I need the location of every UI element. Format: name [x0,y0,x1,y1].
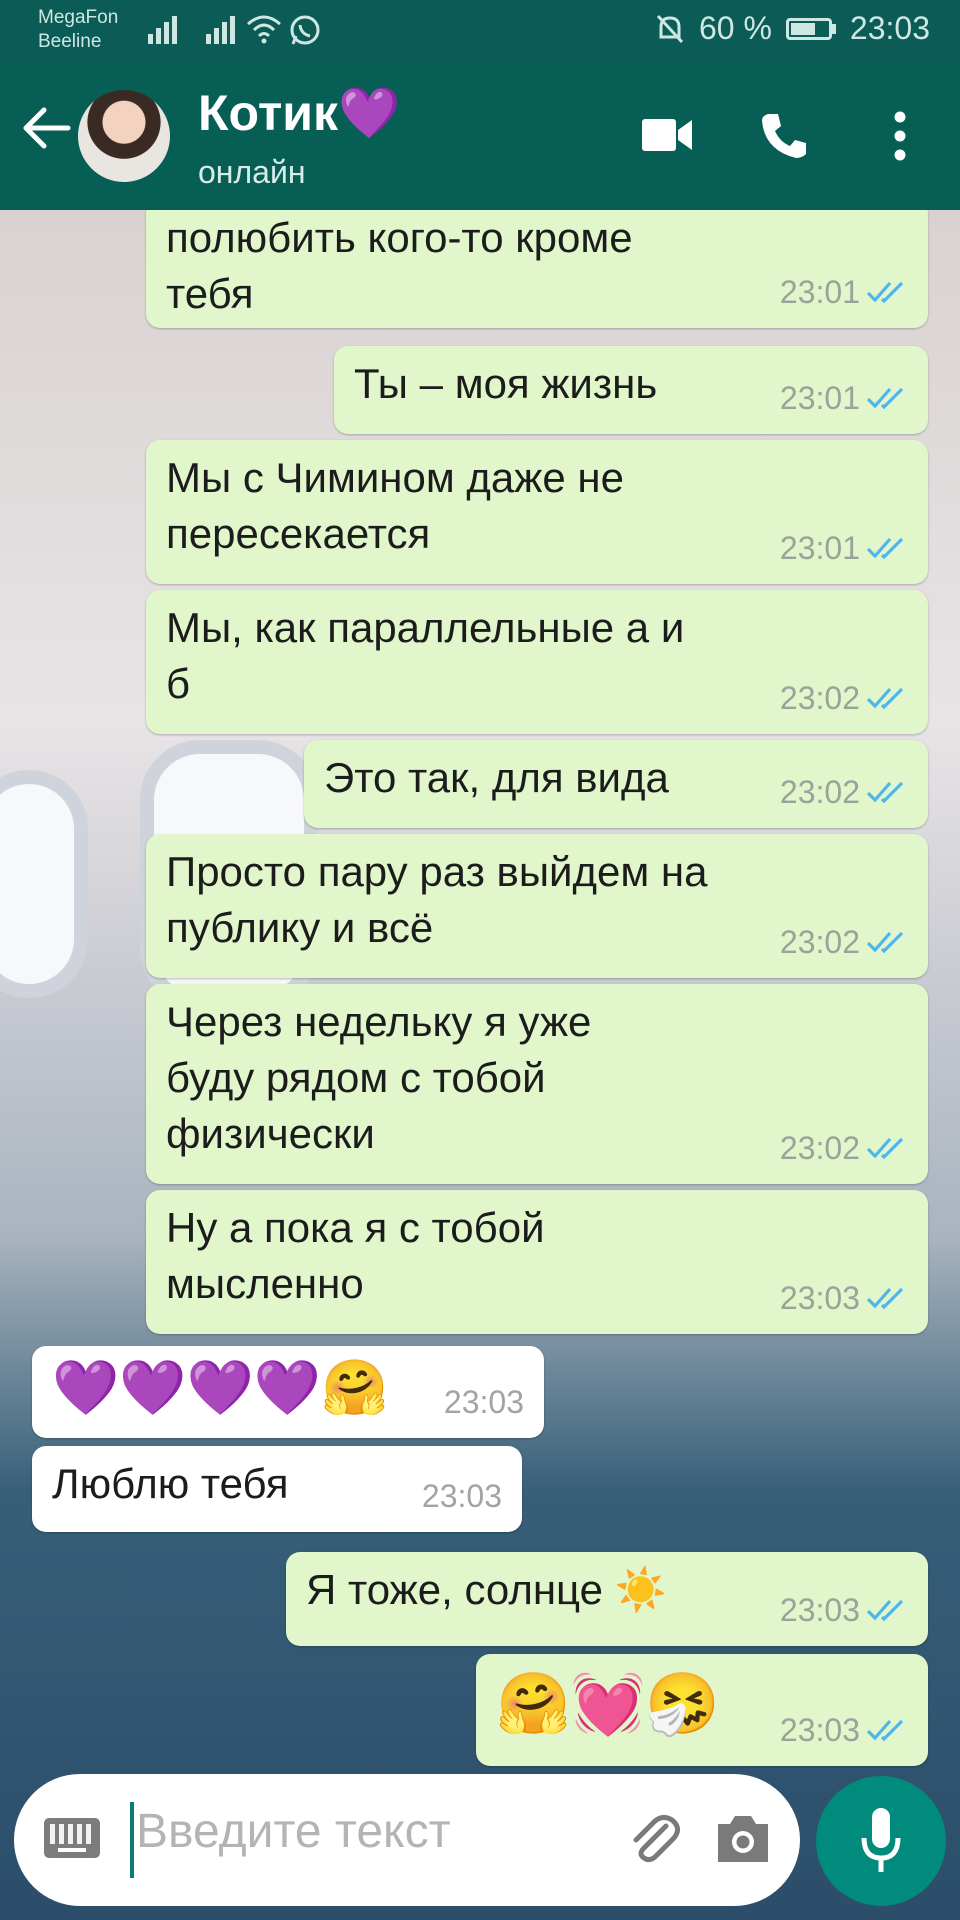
message-bubble[interactable]: полюбить кого-то кроме тебя 23:01 [146,210,928,328]
message-meta: 23:03 [780,1270,908,1326]
avatar[interactable] [78,90,170,182]
message-meta: 23:03 [780,1702,908,1758]
read-ticks-icon [866,687,904,710]
read-ticks-icon [866,1137,904,1160]
message-time: 23:02 [779,680,860,716]
status-right: 60 % 23:03 [655,10,930,47]
video-call-icon[interactable] [642,116,694,154]
more-vert-icon[interactable] [892,110,908,162]
message-input[interactable]: Введите текст [136,1804,451,1859]
message-meta: 23:01 [780,520,908,576]
mic-icon [861,1808,901,1872]
chat-header: Котик💜 онлайн [0,64,960,210]
read-ticks-icon [866,1287,904,1310]
keyboard-icon[interactable] [44,1818,100,1858]
message-meta: 23:01 [780,370,908,426]
wifi-icon [247,15,281,44]
read-ticks-icon [866,1719,904,1742]
message-bubble[interactable]: Ты – моя жизнь 23:01 [334,346,928,434]
message-meta: 23:03 [444,1374,524,1430]
message-time: 23:03 [779,1280,860,1316]
message-bubble-incoming[interactable]: Люблю тебя 23:03 [32,1446,522,1532]
message-bubble[interactable]: Это так, для вида 23:02 [304,740,928,828]
message-meta: 23:03 [780,1582,908,1638]
mic-button[interactable] [816,1776,946,1906]
battery-tip [831,23,836,34]
back-arrow-icon[interactable] [20,102,72,154]
message-time: 23:03 [421,1478,502,1514]
message-time: 23:01 [779,530,860,566]
message-meta: 23:01 [780,264,908,320]
message-bubble[interactable]: Я тоже, солнце ☀️ 23:03 [286,1552,928,1646]
whatsapp-icon [290,15,320,45]
message-time: 23:01 [779,274,860,310]
message-meta: 23:02 [780,670,908,726]
message-meta: 23:03 [422,1468,502,1524]
read-ticks-icon [866,537,904,560]
signal-1-icon [148,14,177,44]
text-cursor [130,1802,134,1878]
carrier-names: MegaFon Beeline [38,6,118,54]
mute-bell-icon [656,14,684,43]
message-bubble[interactable]: Мы с Чимином даже не пересекается 23:01 [146,440,928,584]
message-meta: 23:02 [780,1120,908,1176]
message-meta: 23:02 [780,914,908,970]
wallpaper-window [0,770,88,998]
read-ticks-icon [866,387,904,410]
attach-icon[interactable] [626,1812,682,1868]
clock: 23:03 [849,10,930,46]
message-bubble[interactable]: Мы, как параллельные а и б 23:02 [146,590,928,734]
message-meta: 23:02 [780,764,908,820]
carrier-1: MegaFon [38,7,119,28]
message-bubble[interactable]: 🤗💓🤧 23:03 [476,1654,928,1766]
signal-2-icon [206,14,235,44]
read-ticks-icon [866,1599,904,1622]
message-time: 23:01 [779,380,860,416]
battery-percent: 60 % [698,10,772,46]
read-ticks-icon [866,931,904,954]
message-time: 23:02 [779,1130,860,1166]
message-time: 23:03 [779,1592,860,1628]
message-bubble[interactable]: Через недельку я уже буду рядом с тобой … [146,984,928,1184]
read-ticks-icon [866,781,904,804]
contact-status: онлайн [198,154,306,190]
message-bubble[interactable]: Просто пару раз выйдем на публику и всё … [146,834,928,978]
message-time: 23:02 [779,924,860,960]
chat-area[interactable]: полюбить кого-то кроме тебя 23:01 Ты – м… [0,210,960,1920]
message-input-bar[interactable]: Введите текст [14,1774,800,1906]
message-bubble-incoming[interactable]: 💜💜💜💜🤗 23:03 [32,1346,544,1438]
message-time: 23:03 [443,1384,524,1420]
contact-name[interactable]: Котик💜 [198,84,400,143]
message-time: 23:03 [779,1712,860,1748]
message-time: 23:02 [779,774,860,810]
status-bar: MegaFon Beeline 60 % 23:03 [0,0,960,64]
battery-icon [785,17,832,40]
carrier-2: Beeline [38,31,102,52]
phone-icon[interactable] [758,110,810,162]
camera-icon[interactable] [714,1810,772,1866]
read-ticks-icon [866,281,904,304]
message-bubble[interactable]: Ну а пока я с тобой мысленно 23:03 [146,1190,928,1334]
